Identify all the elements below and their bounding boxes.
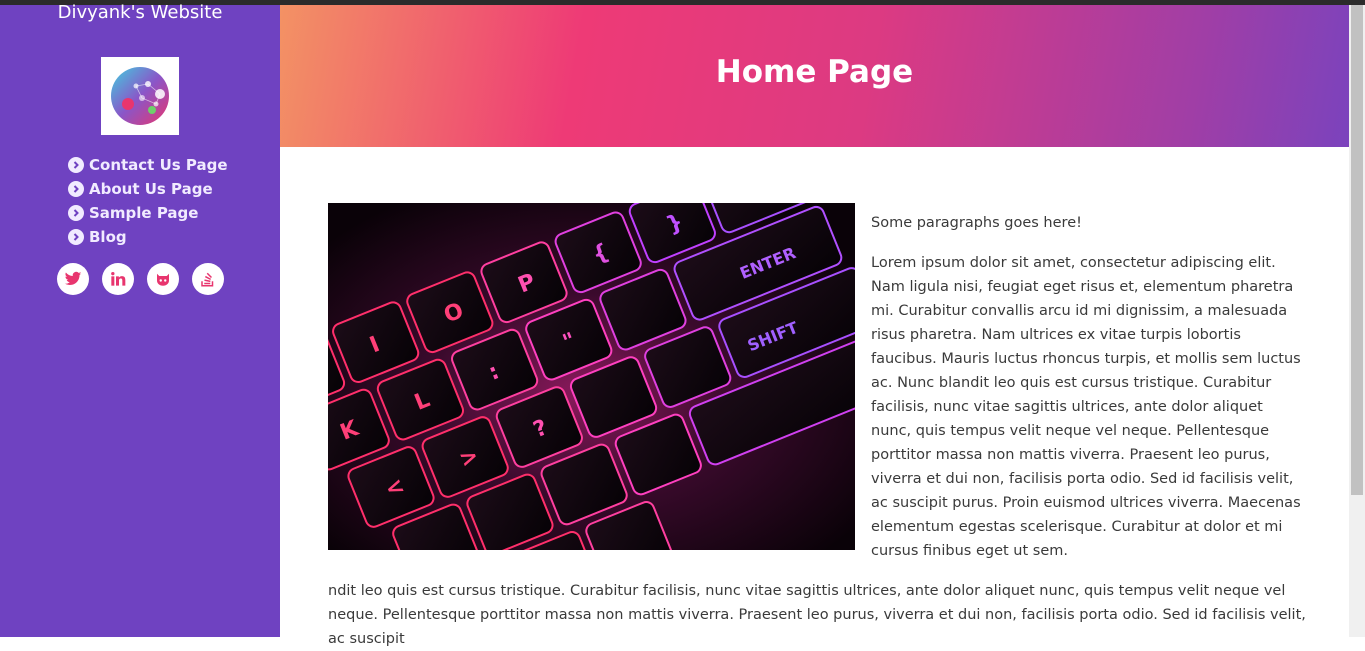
- body-paragraph: Lorem ipsum dolor sit amet, consectetur …: [871, 255, 1301, 559]
- nav-item-about[interactable]: About Us Page: [68, 177, 228, 201]
- chevron-right-icon: [68, 181, 84, 197]
- social-links: [57, 263, 224, 295]
- chevron-right-icon: [68, 157, 84, 173]
- scrollbar-thumb[interactable]: [1351, 5, 1363, 495]
- logo-icon: [111, 67, 169, 125]
- github-icon: [157, 273, 169, 286]
- nav-item-label: Blog: [89, 228, 127, 246]
- nav-item-blog[interactable]: Blog: [68, 225, 228, 249]
- nav-item-label: About Us Page: [89, 180, 213, 198]
- chevron-right-icon: [68, 229, 84, 245]
- intro-paragraph: Some paragraphs goes here!: [871, 215, 1082, 231]
- page-title: Home Page: [715, 54, 914, 90]
- sidebar-nav: Contact Us Page About Us Page Sample Pag…: [68, 153, 228, 249]
- continuation-paragraph: ndit leo quis est cursus tristique. Cura…: [328, 583, 1306, 647]
- twitter-icon: [64, 271, 82, 286]
- nav-item-contact[interactable]: Contact Us Page: [68, 153, 228, 177]
- nav-item-sample[interactable]: Sample Page: [68, 201, 228, 225]
- linkedin-link[interactable]: [102, 263, 134, 295]
- twitter-link[interactable]: [57, 263, 89, 295]
- intro-text-block: Some paragraphs goes here! Lorem ipsum d…: [871, 211, 1303, 579]
- site-logo[interactable]: [101, 57, 179, 135]
- linkedin-icon: [111, 272, 126, 286]
- nav-item-label: Contact Us Page: [89, 156, 228, 174]
- github-link[interactable]: [147, 263, 179, 295]
- stackoverflow-icon: [201, 272, 214, 287]
- keyboard-image: I O P { } K L : " ENTER < > ? SHIFT: [328, 203, 855, 550]
- page-header: Home Page: [280, 5, 1349, 147]
- site-title[interactable]: Divyank's Website: [0, 2, 280, 23]
- nav-item-label: Sample Page: [89, 204, 199, 222]
- chevron-right-icon: [68, 205, 84, 221]
- stackoverflow-link[interactable]: [192, 263, 224, 295]
- sidebar: Divyank's Website Contact Us Page About …: [0, 2, 280, 637]
